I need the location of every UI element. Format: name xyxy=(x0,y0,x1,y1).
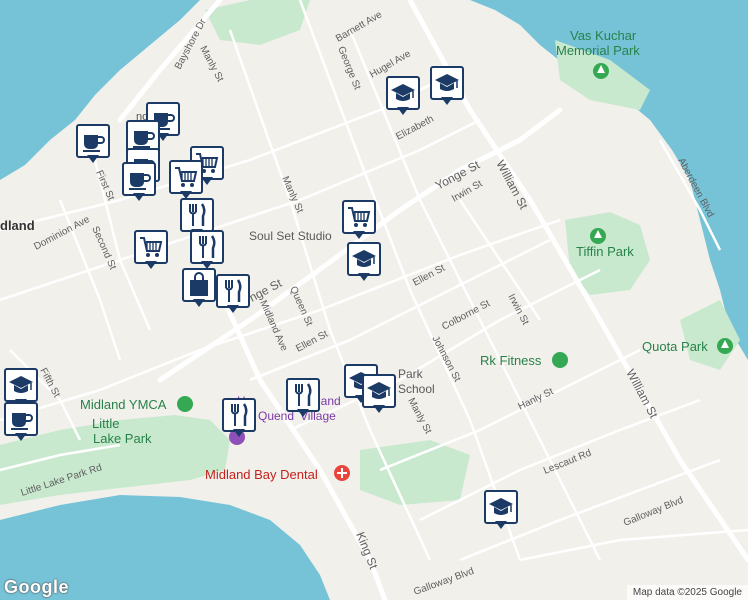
place-label-midland-ymca[interactable]: Midland YMCA xyxy=(80,397,167,412)
ymca-pin-icon[interactable] xyxy=(177,396,193,412)
street-label-queen: Queen St xyxy=(287,285,314,328)
street-label-william-bottom: William St xyxy=(623,367,661,421)
place-label-little-lake-1[interactable]: Little xyxy=(92,416,119,431)
street-label-hanly: Hanly St xyxy=(516,386,555,413)
park-top xyxy=(205,0,310,45)
map-attribution[interactable]: Map data ©2025 Google xyxy=(626,585,748,600)
place-label-town[interactable]: dland xyxy=(0,218,35,233)
map-marker-shopping-cart[interactable] xyxy=(130,228,174,272)
place-label-little-lake-2[interactable]: Lake Park xyxy=(93,431,152,446)
map-marker-shopping-bag[interactable] xyxy=(178,266,222,310)
fitness-pin-icon[interactable] xyxy=(552,352,568,368)
street-label-galloway-bottom: Galloway Blvd xyxy=(412,566,475,598)
map-marker-utensils[interactable] xyxy=(282,376,326,420)
place-label-soul-set[interactable]: Soul Set Studio xyxy=(249,229,332,243)
street-label-king: King St xyxy=(353,530,381,572)
street-label-irwin-mid: Irwin St xyxy=(505,292,530,327)
park-southeast xyxy=(360,440,470,505)
google-logo: Google xyxy=(4,577,69,597)
street-label-galloway-top: Galloway Blvd xyxy=(622,495,685,529)
place-label-midland-bay-dental[interactable]: Midland Bay Dental xyxy=(205,467,318,482)
map-marker-coffee[interactable] xyxy=(118,160,162,204)
place-label-vas-kuchar-2[interactable]: Memorial Park xyxy=(556,43,640,58)
street-label-manly-bottom: Manly St xyxy=(405,396,433,436)
map-marker-coffee[interactable] xyxy=(0,400,44,444)
place-label-vas-kuchar-1[interactable]: Vas Kuchar xyxy=(570,28,637,43)
street-label-manly-top: Manly St xyxy=(197,44,225,84)
place-label-tiffin-park[interactable]: Tiffin Park xyxy=(576,244,634,259)
map-marker-shopping-cart[interactable] xyxy=(338,198,382,242)
street-label-william: William St xyxy=(493,158,531,212)
street-label-first: First St xyxy=(93,169,116,203)
street-label-barnett: Barnett Ave xyxy=(334,9,384,45)
place-label-quota-park[interactable]: Quota Park xyxy=(642,339,708,354)
street-label-bayshore: Bayshore Dr xyxy=(173,17,209,72)
map-canvas[interactable]: Bayshore Dr Manly St Barnett Ave George … xyxy=(0,0,748,600)
map-marker-school[interactable] xyxy=(426,64,470,108)
place-label-park-school-2[interactable]: School xyxy=(398,382,435,396)
map-marker-school[interactable] xyxy=(343,240,387,284)
street-label-midland-ave: Midland Ave xyxy=(257,299,289,353)
place-label-rk-fitness[interactable]: Rk Fitness xyxy=(480,353,542,368)
map-marker-school[interactable] xyxy=(382,74,426,118)
map-marker-school[interactable] xyxy=(358,372,402,416)
map-marker-utensils[interactable] xyxy=(218,396,262,440)
map-marker-school[interactable] xyxy=(480,488,524,532)
map-marker-coffee[interactable] xyxy=(72,122,116,166)
